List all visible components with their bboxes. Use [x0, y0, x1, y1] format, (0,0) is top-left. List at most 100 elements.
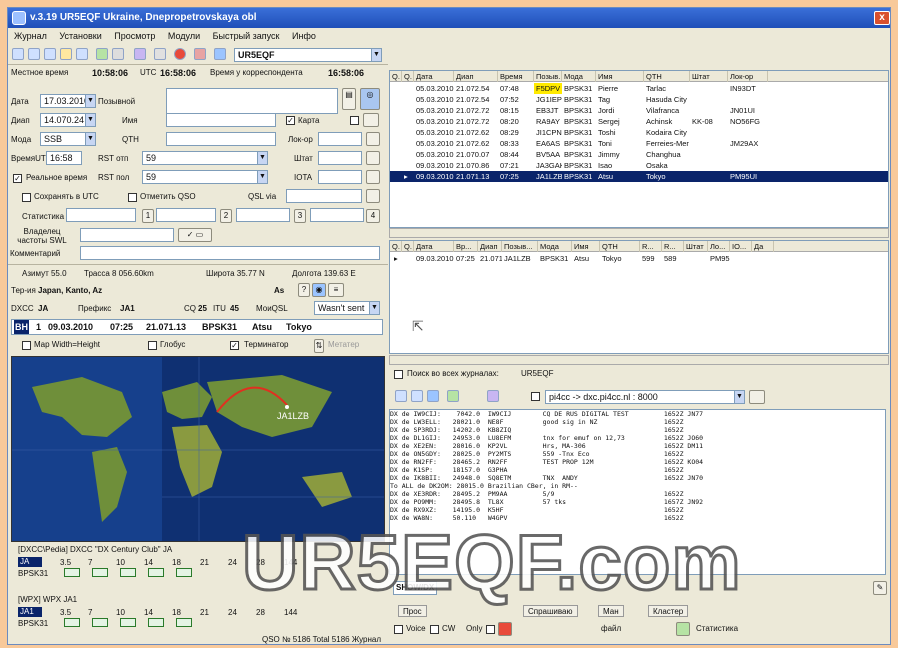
filter-icon[interactable] [447, 390, 459, 402]
log2-header-cell[interactable]: Вр... [454, 241, 478, 252]
globe-checkbox[interactable] [148, 341, 157, 350]
menu-settings[interactable]: Установки [59, 31, 101, 41]
utc-time-field[interactable]: 16:58 [46, 151, 82, 165]
band-status-box[interactable] [64, 618, 80, 627]
menu-modules[interactable]: Модули [168, 31, 200, 41]
connect-icon[interactable] [395, 390, 407, 402]
cluster-spot-line[interactable]: DX de LW3ELL: 28021.0 NE8F good sig in N… [390, 418, 885, 426]
map-extra-checkbox[interactable] [350, 116, 359, 125]
comment-input[interactable] [80, 246, 380, 260]
user-icon[interactable] [487, 390, 499, 402]
log2-header-cell[interactable]: Q. [402, 241, 414, 252]
owner-input[interactable] [80, 228, 174, 242]
table-row[interactable]: 05.03.2010 21.072.62 08:29 JI1CPN BPSK31 Tosh… [390, 127, 888, 138]
settings-icon[interactable] [411, 390, 423, 402]
iota-input[interactable] [318, 170, 362, 184]
cluster-spot-line[interactable]: DX de PO9MM: 28495.8 TL8X 57 tks 1657Z J… [390, 498, 885, 506]
cluster-spot-line[interactable]: DX de ON5GDY: 28025.0 PY2MTS 559 -Tnx Ec… [390, 450, 885, 458]
mark-qso-checkbox[interactable] [128, 193, 137, 202]
band-status-box[interactable] [92, 618, 108, 627]
stats-field-4[interactable] [310, 208, 364, 222]
stats-field-3[interactable] [236, 208, 290, 222]
grid-icon[interactable] [427, 390, 439, 402]
cw-checkbox[interactable] [430, 625, 439, 634]
table-row[interactable]: 09.03.2010 07:25 21.071 JA1LZB BPSK31 Atsu Tok… [390, 253, 888, 264]
cluster-spot-line[interactable]: DX de IW9CIJ: 7042.0 IW9CIJ CQ DE RUS DI… [390, 410, 885, 418]
page-icon[interactable]: ▤ [342, 88, 356, 110]
menu-view[interactable]: Просмотр [114, 31, 155, 41]
state-button[interactable] [366, 151, 380, 165]
table-row[interactable]: 09.03.2010 21.070.86 07:21 JA3GAK BPSK31 Isao… [390, 160, 888, 171]
log-header-cell[interactable]: Штат [690, 71, 728, 82]
band-field[interactable]: 14.070.24 ▼ [40, 113, 96, 127]
back-icon[interactable] [112, 48, 124, 60]
log-header-cell[interactable]: Время [498, 71, 534, 82]
stats-button-3[interactable]: 3 [294, 209, 306, 223]
table-row[interactable]: 05.03.2010 21.072.72 08:15 EB3JT BPSK31 Jordi… [390, 105, 888, 116]
band-status-box[interactable] [64, 568, 80, 577]
map-button[interactable] [363, 113, 379, 127]
log2-header-cell[interactable]: IO... [730, 241, 752, 252]
name-input[interactable] [166, 113, 276, 127]
log-header-cell[interactable]: Позыв... [534, 71, 562, 82]
cluster-spot-line[interactable]: To ALL de DK2OM: 28015.0 Brazilian CBer,… [390, 482, 885, 490]
callbook-icon[interactable] [214, 48, 226, 60]
log-header-cell[interactable]: Дата [414, 71, 454, 82]
qth-input[interactable] [166, 132, 276, 146]
log2-header-cell[interactable]: Да [752, 241, 774, 252]
cluster-spot-line[interactable]: DX de RN2FF: 28465.2 RN2FF TEST PROP 12M… [390, 458, 885, 466]
band-status-box[interactable] [148, 568, 164, 577]
close-button[interactable]: x [874, 11, 890, 25]
cluster-spot-line[interactable]: DX de SP3RDJ: 14202.0 KB8ZIQ 1652Z [390, 426, 885, 434]
map-width-checkbox[interactable] [22, 341, 31, 350]
cluster-checkbox[interactable] [531, 392, 540, 401]
realtime-checkbox[interactable]: ✓ [13, 174, 22, 183]
only-checkbox[interactable] [486, 625, 495, 634]
table-row[interactable]: 05.03.2010 21.072.72 08:20 RA9AY BPSK31 Serge… [390, 116, 888, 127]
log2-header-cell[interactable]: R... [640, 241, 662, 252]
state-input[interactable] [318, 151, 362, 165]
stats-field-2[interactable] [156, 208, 216, 222]
log-scrollbar[interactable] [389, 228, 889, 238]
log-header-cell[interactable]: Мода [562, 71, 596, 82]
log2-grid[interactable]: Q. Q. Дата Вр... Диап Позыв... Мода Имя QTH R... R… [389, 240, 889, 354]
band-status-box[interactable] [120, 568, 136, 577]
stats-field-1[interactable] [66, 208, 136, 222]
terminator-checkbox[interactable]: ✓ [230, 341, 239, 350]
cluster-spot-line[interactable]: DX de K1SP: 18157.0 G3PHA 1652Z [390, 466, 885, 474]
log2-header-cell[interactable]: Имя [572, 241, 600, 252]
stats-icon[interactable] [676, 622, 690, 636]
qsl-via-input[interactable] [286, 189, 362, 203]
stats-button-1[interactable]: 1 [142, 209, 154, 223]
edit-icon[interactable]: ✎ [873, 581, 887, 595]
stop-icon[interactable] [154, 48, 166, 60]
log2-header-cell[interactable]: Диап [478, 241, 502, 252]
band-status-box[interactable] [176, 568, 192, 577]
cluster-spot-line[interactable]: DX de DL1GIJ: 24953.0 LU8EFM tnx for emu… [390, 434, 885, 442]
voice-checkbox[interactable] [394, 625, 403, 634]
menu-info[interactable]: Инфо [292, 31, 316, 41]
log-header-cell[interactable]: Лок-ор [728, 71, 768, 82]
cluster-spot-line[interactable]: DX de XE2EN: 28016.0 KP2VL Hrs, MA-306 1… [390, 442, 885, 450]
log2-header-cell[interactable]: Ло... [708, 241, 730, 252]
log2-header-cell[interactable]: Дата [414, 241, 454, 252]
table-row[interactable]: 05.03.2010 21.070.07 08:44 BV5AA BPSK31 Jimmy… [390, 149, 888, 160]
table-row[interactable]: 09.03.2010 21.071.13 07:25 JA1LZB BPSK31 Atsu… [390, 171, 888, 182]
list-icon[interactable]: ≡ [328, 283, 344, 297]
help-icon[interactable]: ? [298, 283, 310, 297]
forward-icon[interactable] [96, 48, 108, 60]
world-icon[interactable]: ◉ [312, 283, 326, 297]
rst-recv-field[interactable]: 59 ▼ [142, 170, 268, 184]
stats-button-2[interactable]: 2 [220, 209, 232, 223]
cluster-spot-line[interactable]: DX de XE3RDR: 28495.2 PM9AA 5/9 1652Z [390, 490, 885, 498]
map-checkbox[interactable]: ✓ [286, 116, 295, 125]
record-icon[interactable] [498, 622, 512, 636]
band-status-box[interactable] [148, 618, 164, 627]
delete-icon[interactable] [194, 48, 206, 60]
mode-field[interactable]: SSB ▼ [40, 132, 96, 146]
check-button[interactable]: ✓ ▭ [178, 228, 212, 242]
band-status-box[interactable] [176, 618, 192, 627]
search-all-checkbox[interactable] [394, 370, 403, 379]
log-header-cell[interactable]: QTH [644, 71, 690, 82]
table-row[interactable]: 05.03.2010 21.072.54 07:52 JG1IEP BPSK31 Tag H… [390, 94, 888, 105]
